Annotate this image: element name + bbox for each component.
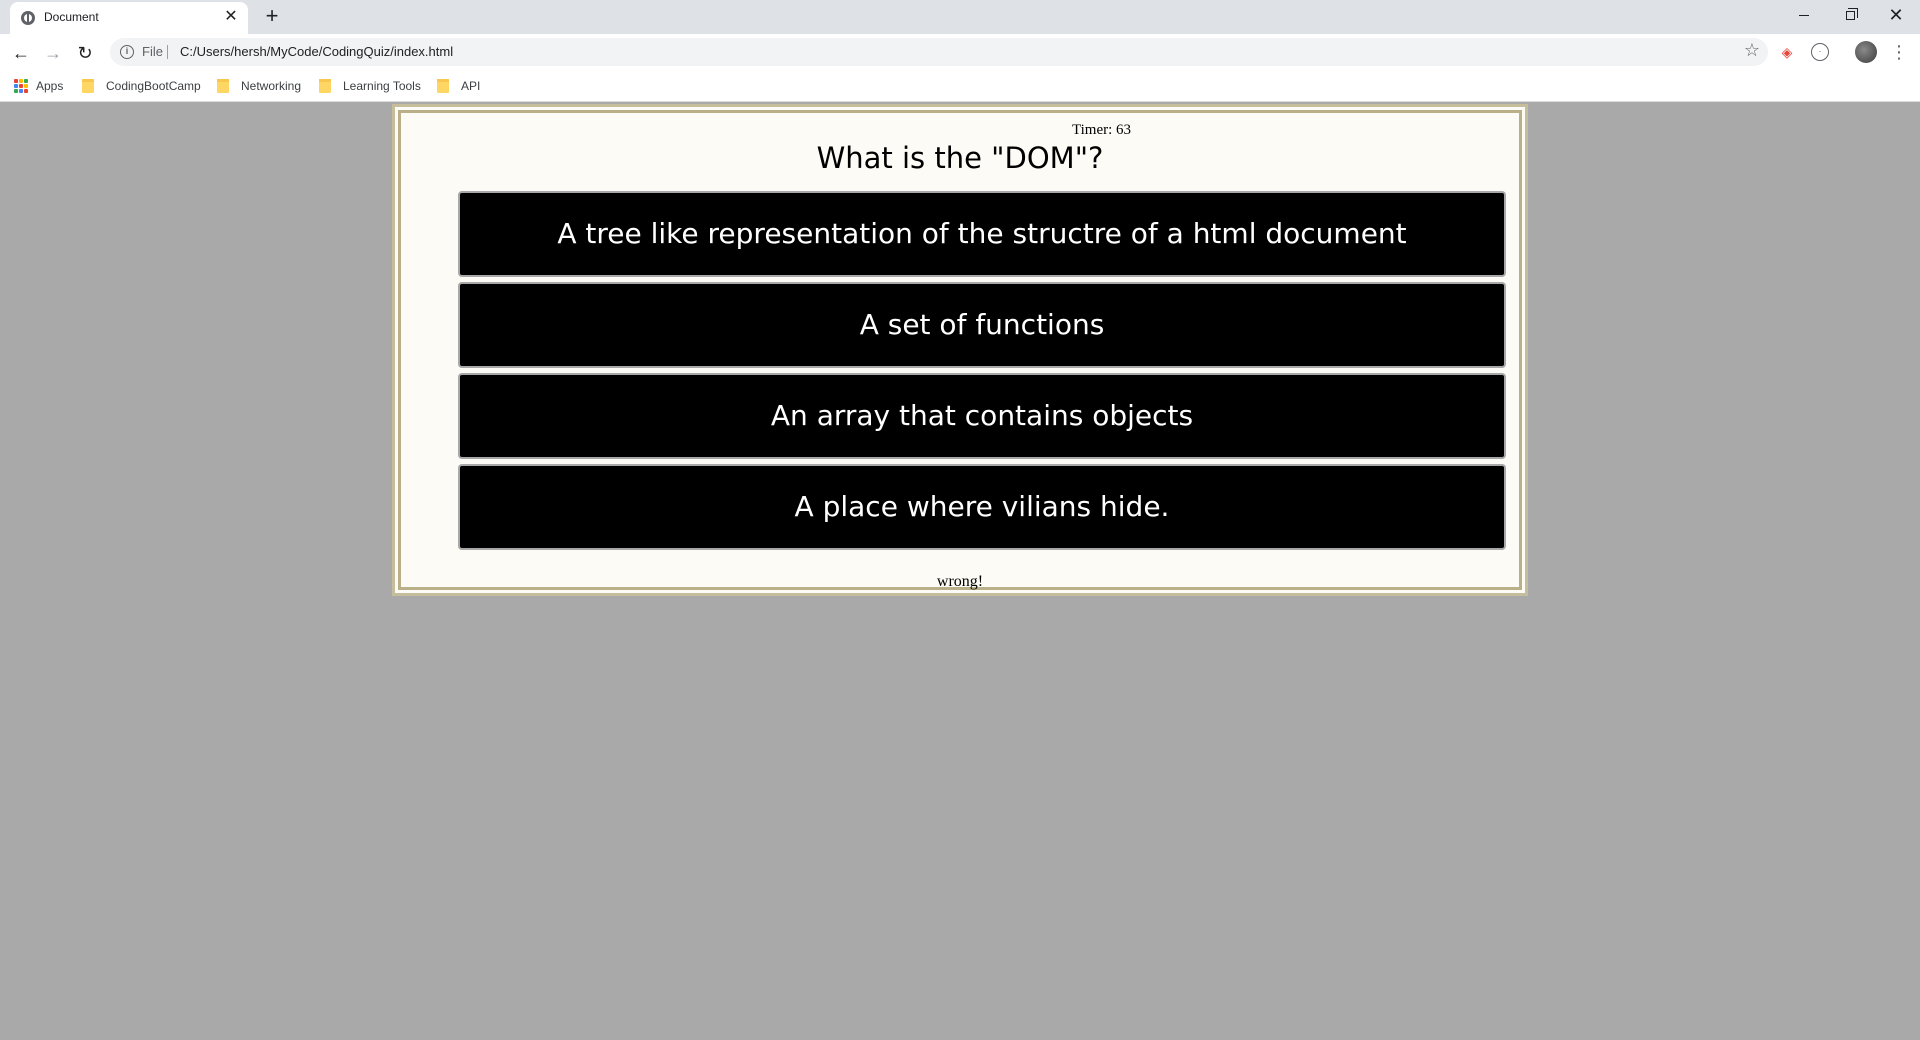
answer-list: A tree like representation of the struct… [458,191,1506,555]
tab-strip: Document ✕ + ✕ [0,0,1920,34]
tab-title: Document [44,10,99,24]
quiz-inner-border: Timer: 63 What is the "DOM"? A tree like… [398,110,1522,590]
forward-button[interactable]: → [40,40,66,66]
answer-button-1[interactable]: A tree like representation of the struct… [458,191,1506,277]
minimize-icon [1799,14,1809,16]
bookmark-learning-tools[interactable]: Learning Tools [319,76,421,96]
browser-tab[interactable]: Document ✕ [10,2,248,34]
bookmark-apps[interactable]: Apps [14,76,63,96]
folder-icon [319,79,331,93]
answer-feedback: wrong! [936,573,984,590]
profile-avatar[interactable] [1855,41,1877,63]
back-button[interactable]: ← [8,40,34,66]
bookmark-label: API [461,79,481,93]
extension-icon-2[interactable]: · [1811,43,1829,61]
bookmark-networking[interactable]: Networking [217,76,301,96]
browser-toolbar: ← → ↻ i File C:/Users/hersh/MyCode/Codin… [0,34,1920,70]
reload-button[interactable]: ↻ [72,40,98,66]
address-bar[interactable]: i File C:/Users/hersh/MyCode/CodingQuiz/… [110,38,1768,66]
folder-icon [437,79,449,93]
kebab-menu-icon[interactable]: ⋮ [1890,41,1908,63]
folder-icon [217,79,229,93]
bookmark-label: Learning Tools [343,79,421,93]
globe-icon [21,11,35,25]
bookmark-star-icon[interactable]: ☆ [1744,40,1760,61]
bookmark-codingbootcamp[interactable]: CodingBootCamp [82,76,201,96]
url-divider [167,45,168,59]
folder-icon [82,79,94,93]
bookmark-label: Apps [36,79,64,93]
minimize-button[interactable] [1781,0,1827,30]
url-text[interactable]: C:/Users/hersh/MyCode/CodingQuiz/index.h… [180,44,453,59]
new-tab-button[interactable]: + [260,5,284,29]
answer-button-2[interactable]: A set of functions [458,282,1506,368]
restore-button[interactable] [1827,0,1873,30]
bookmark-api[interactable]: API [437,76,480,96]
close-window-button[interactable]: ✕ [1873,0,1919,30]
tab-close-icon[interactable]: ✕ [222,8,240,26]
url-scheme-label: File [142,44,163,59]
quiz-container: Timer: 63 What is the "DOM"? A tree like… [392,104,1528,596]
answer-button-3[interactable]: An array that contains objects [458,373,1506,459]
apps-grid-icon [14,79,28,93]
bookmark-label: CodingBootCamp [106,79,201,93]
question-text: What is the "DOM"? [816,141,1104,175]
extension-icon[interactable]: ◈ [1778,43,1796,61]
restore-icon [1845,7,1858,20]
quiz-timer: Timer: 63 [1072,122,1132,138]
bookmarks-bar: Apps CodingBootCamp Networking Learning … [0,70,1920,102]
answer-button-4[interactable]: A place where vilians hide. [458,464,1506,550]
bookmark-label: Networking [241,79,302,93]
info-icon[interactable]: i [120,45,134,59]
